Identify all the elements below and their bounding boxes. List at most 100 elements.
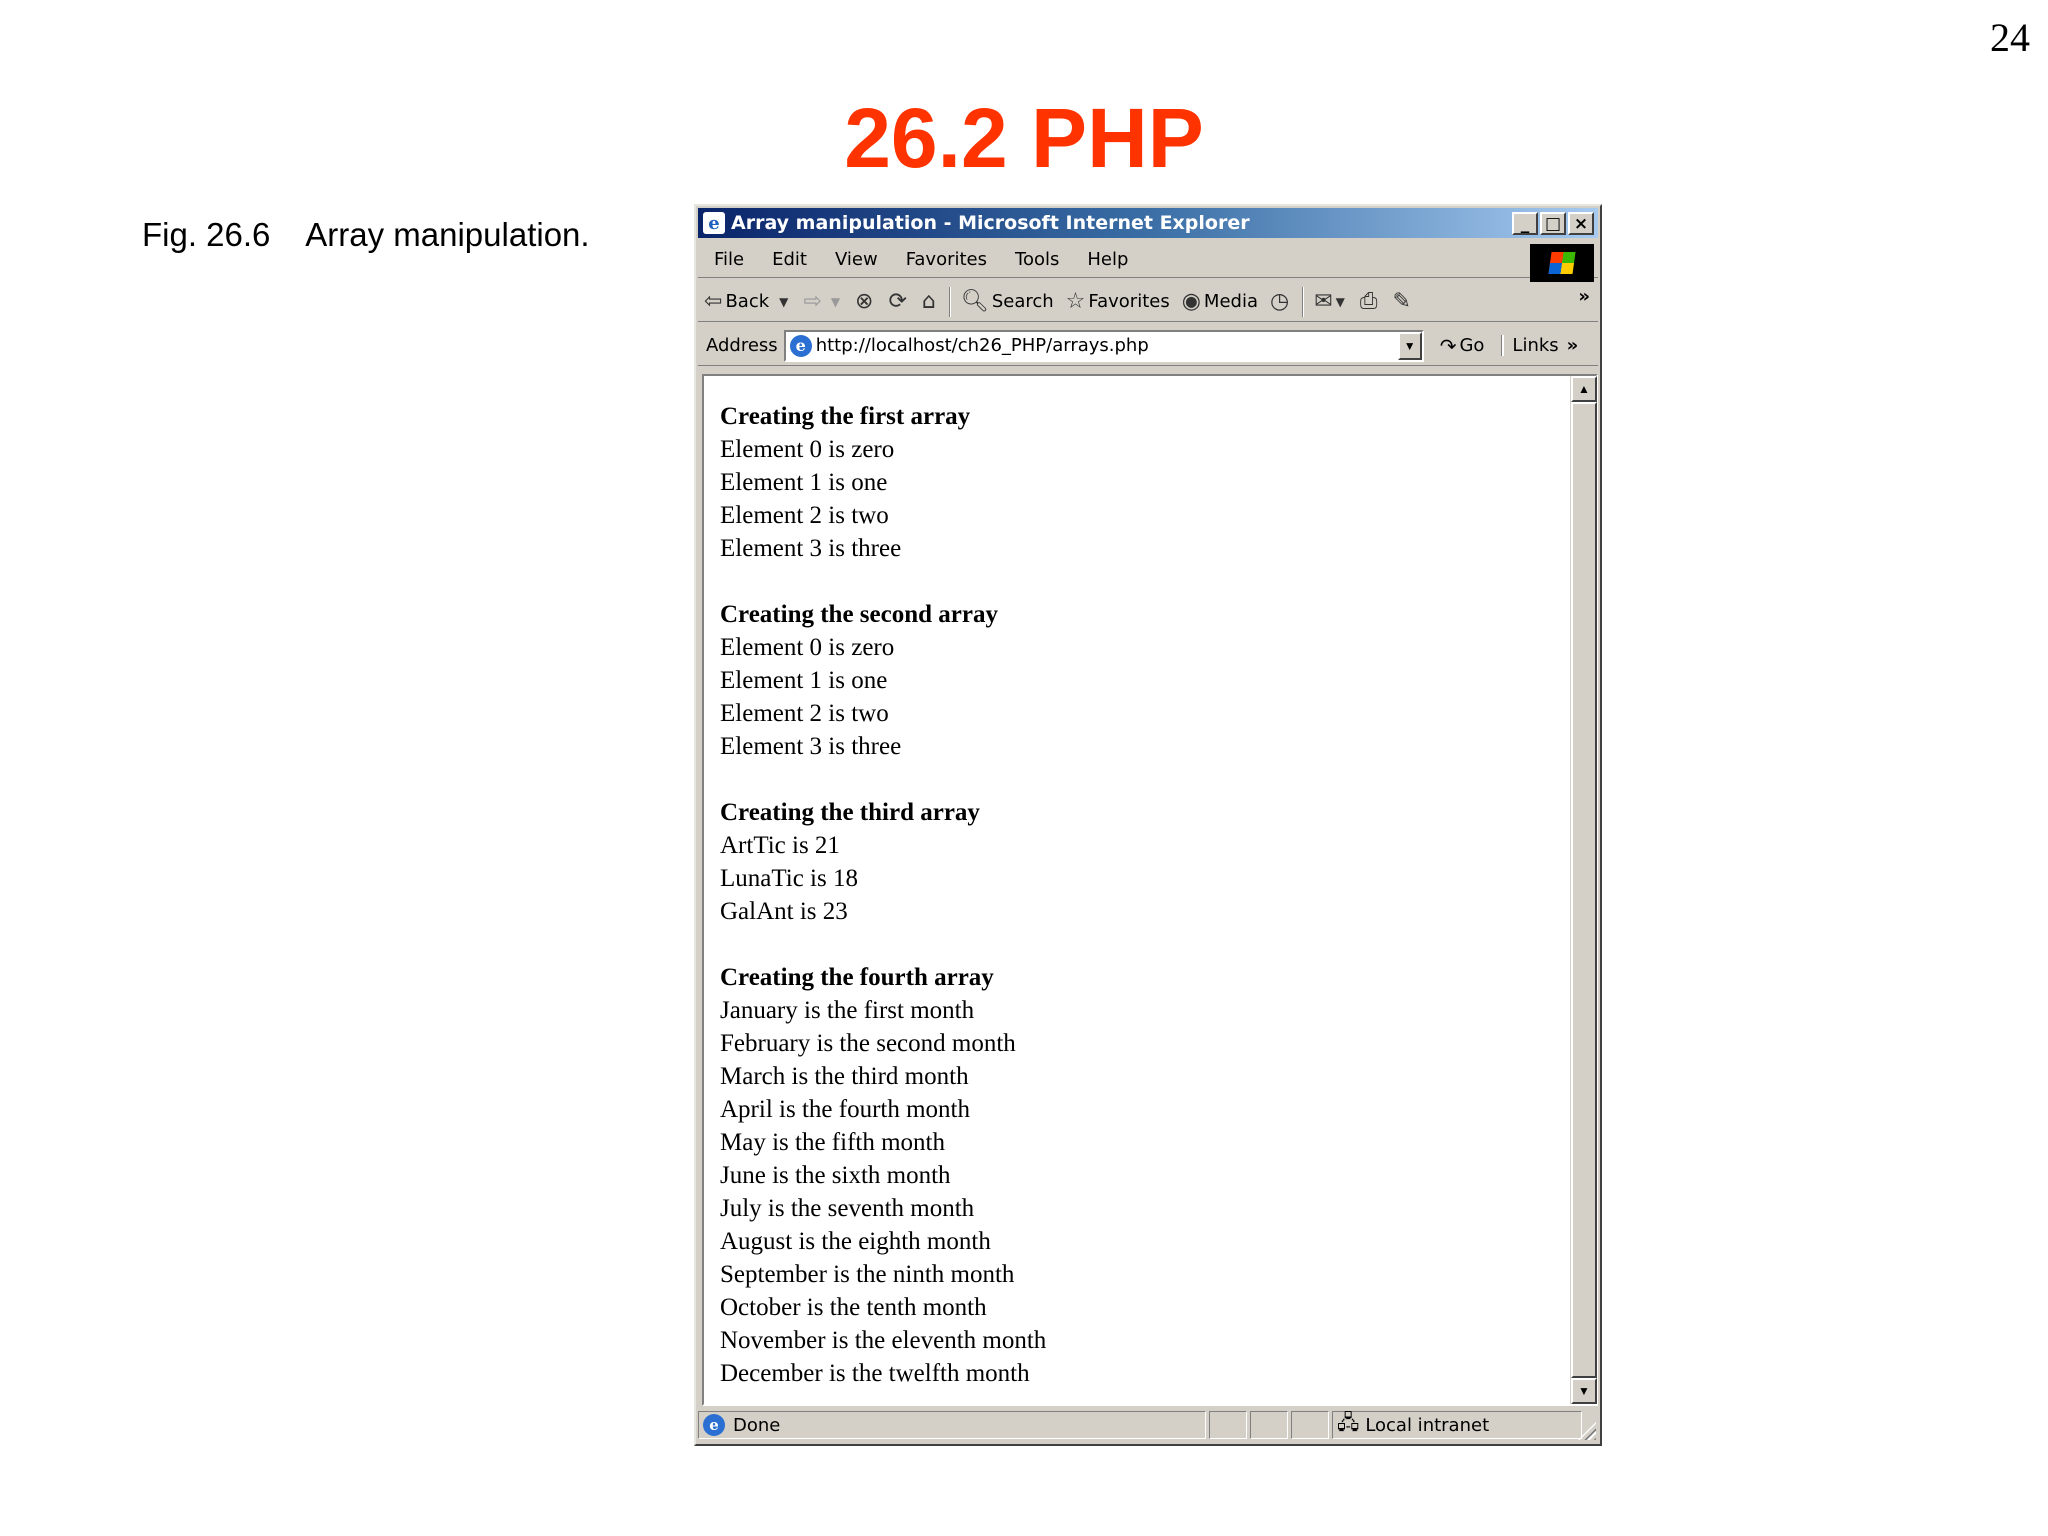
output-line: July is the seventh month <box>720 1195 975 1222</box>
minimize-button[interactable]: _ <box>1512 212 1538 235</box>
forward-arrow-icon: ⇨ <box>803 289 822 314</box>
favorites-label: Favorites <box>1088 291 1170 312</box>
figure-caption: Fig. 26.6 Array manipulation. <box>142 216 590 253</box>
scroll-down-icon[interactable]: ▼ <box>1571 1378 1597 1404</box>
vertical-scrollbar[interactable]: ▲ ▼ <box>1570 376 1597 1404</box>
home-icon: ⌂ <box>921 289 936 314</box>
menu-view[interactable]: View <box>821 249 892 270</box>
output-line: Element 0 is zero <box>720 634 895 661</box>
status-bar: e Done 🖧 Local intranet <box>698 1408 1598 1442</box>
toolbar-overflow-icon[interactable]: » <box>1578 286 1590 307</box>
page-icon: e <box>789 334 812 357</box>
scroll-up-icon[interactable]: ▲ <box>1571 376 1597 402</box>
stop-icon: ⊗ <box>855 289 874 314</box>
favorites-button[interactable]: ☆ Favorites <box>1060 289 1176 314</box>
favorites-star-icon: ☆ <box>1065 289 1086 314</box>
back-label: Back <box>725 291 770 312</box>
maximize-button[interactable]: □ <box>1540 212 1566 235</box>
history-button[interactable]: ◷ <box>1264 289 1298 314</box>
output-line: October is the tenth month <box>720 1294 987 1321</box>
standard-toolbar: ⇦ Back ▼ ⇨ ▼ ⊗ ⟳ ⌂ 🔍︎ Search ☆ Favorites… <box>698 282 1598 322</box>
stop-button[interactable]: ⊗ <box>849 289 882 314</box>
go-button[interactable]: ↷ Go <box>1440 334 1485 358</box>
address-label: Address <box>706 335 778 356</box>
page-content: Creating the first array Element 0 is zer… <box>702 374 1598 1406</box>
address-bar: Address e http://localhost/ch26_PHP/arra… <box>698 326 1598 366</box>
output-line: Element 1 is one <box>720 469 888 496</box>
toolbar-separator <box>948 286 951 317</box>
close-button[interactable]: × <box>1568 212 1594 235</box>
address-input[interactable]: e http://localhost/ch26_PHP/arrays.php ▼ <box>783 329 1424 362</box>
window-controls: _ □ × <box>1512 212 1594 235</box>
address-dropdown-icon[interactable]: ▼ <box>1397 331 1422 360</box>
output-line: LunaTic is 18 <box>720 865 858 892</box>
output-line: February is the second month <box>720 1030 1016 1057</box>
status-pane <box>1291 1411 1329 1439</box>
media-label: Media <box>1203 291 1258 312</box>
search-label: Search <box>991 291 1054 312</box>
page-number: 24 <box>1990 15 2030 60</box>
edit-button[interactable]: ✎ <box>1386 289 1419 314</box>
media-button[interactable]: ◉ Media <box>1176 289 1264 314</box>
output-line: May is the fifth month <box>720 1129 945 1156</box>
output-line: Element 0 is zero <box>720 436 895 463</box>
title-bar[interactable]: e Array manipulation - Microsoft Interne… <box>698 208 1598 238</box>
address-url: http://localhost/ch26_PHP/arrays.php <box>815 335 1149 356</box>
dropdown-arrow-icon: ▼ <box>779 294 789 309</box>
status-text: Done <box>733 1414 781 1436</box>
output-line: March is the third month <box>720 1063 969 1090</box>
content-section: Creating the fourth array January is the … <box>720 961 1556 1390</box>
print-button[interactable]: ⎙ <box>1354 289 1387 314</box>
toolbar-separator <box>1302 286 1305 317</box>
edit-icon: ✎ <box>1392 289 1411 314</box>
menu-file[interactable]: File <box>698 249 758 270</box>
scroll-thumb[interactable] <box>1571 402 1597 1378</box>
output-line: Element 2 is two <box>720 502 889 529</box>
section-heading: Creating the first array <box>720 403 971 430</box>
browser-window: e Array manipulation - Microsoft Interne… <box>694 204 1602 1446</box>
slide-title: 26.2 PHP <box>844 91 1204 185</box>
content-section: Creating the third array ArtTic is 21 Luna… <box>720 796 1556 928</box>
status-pane <box>1250 1411 1288 1439</box>
section-heading: Creating the second array <box>720 601 998 628</box>
menu-tools[interactable]: Tools <box>1001 249 1073 270</box>
status-pane <box>1209 1411 1247 1439</box>
output-line: December is the twelfth month <box>720 1360 1030 1387</box>
windows-logo-icon <box>1530 244 1594 282</box>
back-arrow-icon: ⇦ <box>704 289 723 314</box>
menu-help[interactable]: Help <box>1073 249 1142 270</box>
output-line: GalAnt is 23 <box>720 898 848 925</box>
output-line: ArtTic is 21 <box>720 832 840 859</box>
output-line: November is the eleventh month <box>720 1327 1047 1354</box>
search-button[interactable]: 🔍︎ Search <box>955 289 1060 314</box>
links-overflow-icon: » <box>1566 335 1579 356</box>
go-arrow-icon: ↷ <box>1439 333 1457 358</box>
output-line: August is the eighth month <box>720 1228 991 1255</box>
section-heading: Creating the fourth array <box>720 964 994 991</box>
status-pane: e Done <box>698 1411 1206 1439</box>
forward-button[interactable]: ⇨ ▼ <box>797 289 849 314</box>
mail-button[interactable]: ✉ ▼ <box>1308 289 1354 314</box>
menu-favorites[interactable]: Favorites <box>892 249 1001 270</box>
output-line: Element 3 is three <box>720 733 902 760</box>
content-section: Creating the first array Element 0 is zer… <box>720 400 1556 565</box>
section-heading: Creating the third array <box>720 799 980 826</box>
zone-text: Local intranet <box>1365 1414 1490 1436</box>
page-icon: e <box>703 1414 725 1436</box>
intranet-icon: 🖧 <box>1337 1410 1360 1434</box>
history-icon: ◷ <box>1269 289 1290 314</box>
output-line: January is the first month <box>720 997 975 1024</box>
content-section: Creating the second array Element 0 is ze… <box>720 598 1556 763</box>
window-title: Array manipulation - Microsoft Internet … <box>731 212 1250 234</box>
refresh-button[interactable]: ⟳ <box>882 289 915 314</box>
output-line: September is the ninth month <box>720 1261 1015 1288</box>
refresh-icon: ⟳ <box>888 289 907 314</box>
links-button[interactable]: Links » <box>1502 335 1578 356</box>
menu-edit[interactable]: Edit <box>758 249 821 270</box>
menu-bar: File Edit View Favorites Tools Help <box>698 242 1598 282</box>
output-line: June is the sixth month <box>720 1162 951 1189</box>
home-button[interactable]: ⌂ <box>916 289 945 314</box>
dropdown-arrow-icon: ▼ <box>1335 294 1345 309</box>
back-button[interactable]: ⇦ Back ▼ <box>698 289 797 314</box>
output-line: Element 1 is one <box>720 667 888 694</box>
